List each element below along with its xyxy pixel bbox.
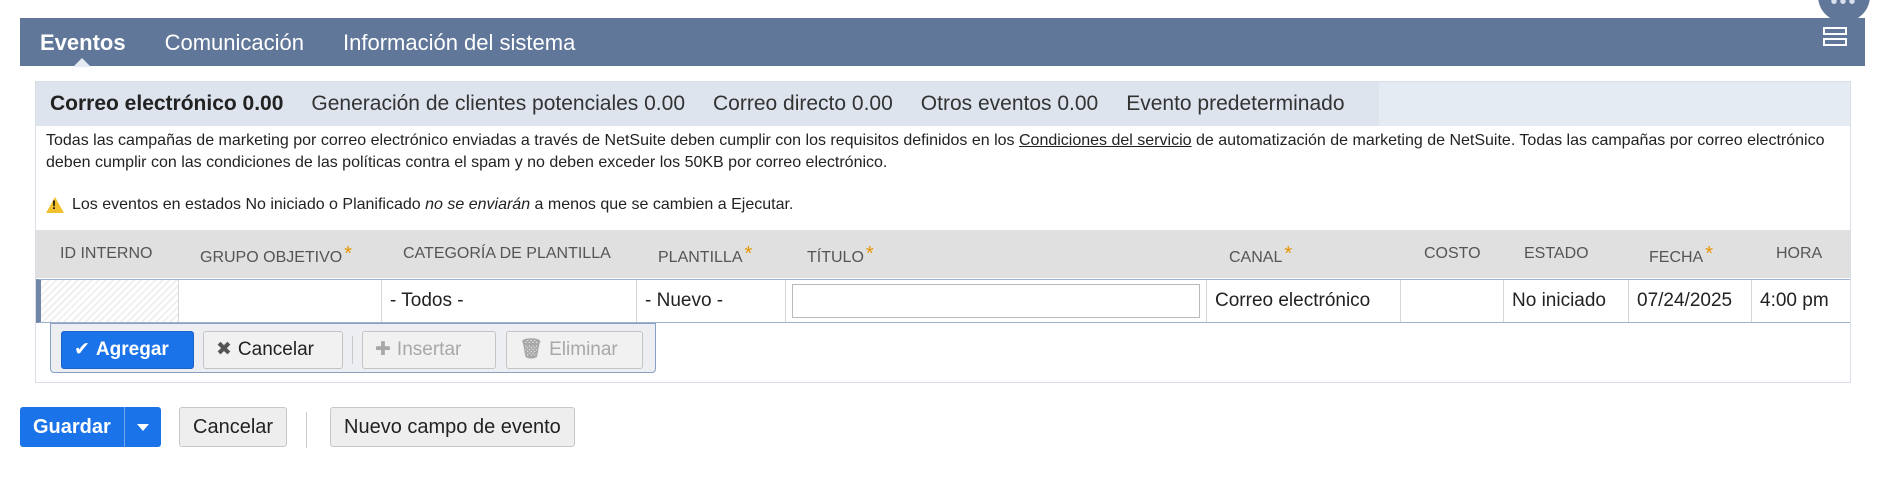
cell-estado[interactable]: No iniciado xyxy=(1504,280,1629,322)
notice-text-before: Todas las campañas de marketing por corr… xyxy=(46,132,1019,149)
hamburger-icon[interactable] xyxy=(1823,27,1847,53)
tab-informacion-sistema[interactable]: Información del sistema xyxy=(323,30,594,66)
check-icon: ✔ xyxy=(74,339,90,360)
events-panel: Correo electrónico 0.00 Generación de cl… xyxy=(35,81,1851,383)
tab-comunicacion[interactable]: Comunicación xyxy=(145,30,323,66)
new-event-field-button[interactable]: Nuevo campo de evento xyxy=(330,407,575,447)
subtab-correo-electronico[interactable]: Correo electrónico 0.00 xyxy=(36,92,297,116)
cell-id-interno xyxy=(41,280,179,322)
terms-link[interactable]: Condiciones del servicio xyxy=(1019,132,1192,149)
subtab-generacion-clientes[interactable]: Generación de clientes potenciales 0.00 xyxy=(297,92,699,116)
cell-canal[interactable]: Correo electrónico xyxy=(1207,280,1401,322)
cell-grupo-objetivo[interactable] xyxy=(179,280,382,322)
col-costo: COSTO xyxy=(1424,245,1481,262)
status-warning: Los eventos en estados No iniciado o Pla… xyxy=(36,190,1850,214)
insert-button[interactable]: ✚ Insertar xyxy=(362,331,496,369)
save-button[interactable]: Guardar xyxy=(20,407,124,447)
col-grupo-objetivo: GRUPO OBJETIVO * xyxy=(200,243,353,266)
table-row: - Todos - - Nuevo - Correo electrónico N… xyxy=(36,279,1850,323)
trash-icon: 🗑 xyxy=(519,339,544,360)
warning-text: Los eventos en estados No iniciado o Pla… xyxy=(72,196,794,213)
top-tab-bar: Eventos Comunicación Información del sis… xyxy=(20,18,1865,67)
subtab-bar: Correo electrónico 0.00 Generación de cl… xyxy=(36,82,1850,126)
email-terms-notice: Todas las campañas de marketing por corr… xyxy=(36,126,1850,174)
cell-costo[interactable] xyxy=(1401,280,1504,322)
close-icon: ✖ xyxy=(216,339,232,360)
col-fecha: FECHA * xyxy=(1649,243,1714,266)
delete-button[interactable]: 🗑 Eliminar xyxy=(506,331,643,369)
chevron-down-icon[interactable] xyxy=(123,407,161,447)
col-canal: CANAL * xyxy=(1229,243,1293,266)
tab-eventos[interactable]: Eventos xyxy=(20,30,145,67)
col-titulo: TÍTULO * xyxy=(807,243,874,266)
subtab-evento-predeterminado[interactable]: Evento predeterminado xyxy=(1112,92,1358,116)
warning-triangle-icon xyxy=(46,197,64,213)
cell-titulo xyxy=(786,280,1207,322)
cell-categoria-plantilla[interactable]: - Todos - xyxy=(382,280,637,322)
cell-plantilla[interactable]: - Nuevo - xyxy=(637,280,786,322)
col-hora: HORA xyxy=(1776,245,1823,262)
table-header: ID INTERNO GRUPO OBJETIVO * CATEGORÍA DE … xyxy=(36,230,1850,278)
col-plantilla: PLANTILLA * xyxy=(658,243,753,266)
cell-fecha[interactable]: 07/24/2025 xyxy=(1629,280,1752,322)
subtab-group: Correo electrónico 0.00 Generación de cl… xyxy=(36,82,1379,126)
row-action-bar: ✔ Agregar ✖ Cancelar ✚ Insertar 🗑 Eliminar xyxy=(50,323,656,373)
col-id-interno: ID INTERNO xyxy=(60,245,153,262)
cell-hora[interactable]: 4:00 pm xyxy=(1752,280,1850,322)
col-categoria-plantilla: CATEGORÍA DE PLANTILLA xyxy=(403,245,611,262)
plus-icon: ✚ xyxy=(375,339,391,360)
subtab-otros-eventos[interactable]: Otros eventos 0.00 xyxy=(907,92,1112,116)
subtab-correo-directo[interactable]: Correo directo 0.00 xyxy=(699,92,907,116)
col-estado: ESTADO xyxy=(1524,245,1589,262)
save-split-button: Guardar xyxy=(20,407,161,447)
cancel-row-button[interactable]: ✖ Cancelar xyxy=(203,331,343,369)
add-button[interactable]: ✔ Agregar xyxy=(61,331,194,369)
titulo-input[interactable] xyxy=(792,284,1200,318)
cancel-button[interactable]: Cancelar xyxy=(179,407,288,447)
